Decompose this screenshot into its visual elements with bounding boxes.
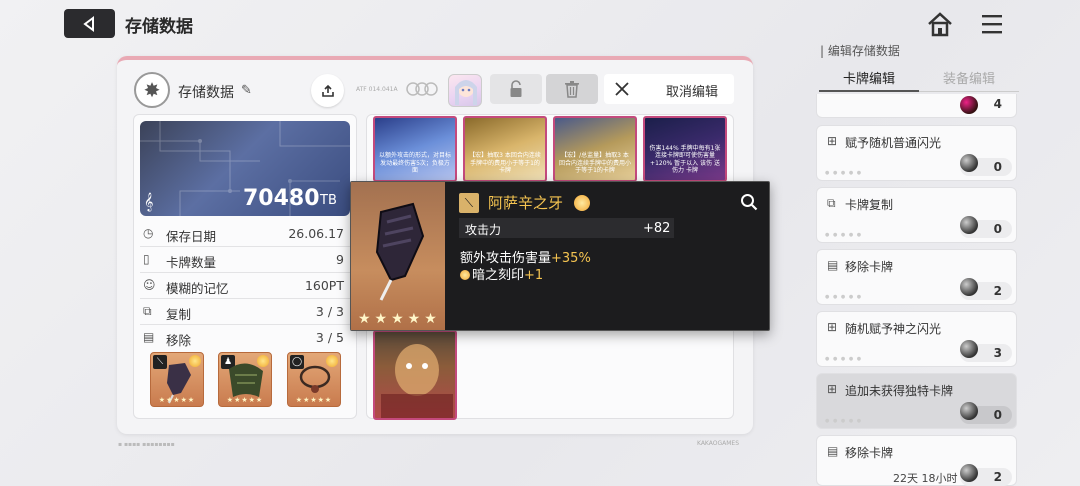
equipment-name: 阿萨辛之牙 xyxy=(488,194,564,212)
tab-card-edit[interactable]: 卡牌编辑 xyxy=(819,68,919,92)
gem-icon xyxy=(460,270,470,280)
back-arrow-icon xyxy=(82,15,94,32)
cooldown-timer: 22天 18小时 xyxy=(893,472,958,485)
list-item[interactable]: 4 xyxy=(816,94,1017,118)
divider xyxy=(140,324,350,325)
gem-icon xyxy=(960,216,978,234)
trash-icon xyxy=(565,81,579,98)
star-badge-icon: ✸ xyxy=(134,72,170,108)
copy-icon: ⧉ xyxy=(827,196,836,210)
search-icon[interactable] xyxy=(737,190,761,214)
gem-icon xyxy=(960,278,978,296)
remove-icon: ▤ xyxy=(827,444,839,458)
list-item-card-copy[interactable]: ⧉ 卡牌复制 0 ● ● ● ● ● xyxy=(816,187,1017,243)
footer-fine-print: ▪ ▪▪▪▪ ▪▪▪▪▪▪▪▪ xyxy=(118,441,175,448)
list-item-random-flash[interactable]: ⊞ 赋予随机普通闪光 0 ● ● ● ● ● xyxy=(816,125,1017,181)
card-thumbnail[interactable]: 以额外攻击的形式，对目标发动最终伤害5次；负极方面 xyxy=(373,116,457,182)
equipment-stars: ★★★★★ xyxy=(358,311,441,327)
delete-button[interactable] xyxy=(546,74,598,104)
card-thumbnail[interactable] xyxy=(373,330,457,420)
card-add-icon: ⊞ xyxy=(827,320,838,334)
stat-row-card-count: ▯ 卡牌数量 9 xyxy=(143,252,344,270)
list-item-remove-card[interactable]: ▤ 移除卡牌 2 ● ● ● ● ● xyxy=(816,249,1017,305)
card-thumbnail[interactable]: 【宏】抽取3 本回合内连续手牌中的费用小于等于1的卡牌 xyxy=(463,116,547,182)
share-icon xyxy=(321,84,334,97)
gem-icon xyxy=(960,340,978,358)
stat-row-remove: ▤ 移除 3 / 5 xyxy=(143,330,344,348)
gem-icon xyxy=(960,96,978,114)
cancel-edit-button[interactable]: 取消编辑 xyxy=(604,74,734,104)
close-icon xyxy=(615,82,629,96)
storage-label: 存储数据 xyxy=(178,85,234,101)
divider xyxy=(140,246,350,247)
list-item-add-unique-card[interactable]: ⊞ 追加未获得独特卡牌 0 ● ● ● ● ● xyxy=(816,373,1017,429)
tiny-label: ATF 014.041A xyxy=(356,86,398,93)
memory-icon: ☺ xyxy=(143,278,156,292)
tb-unit: TB xyxy=(320,193,337,208)
tab-equipment-edit[interactable]: 装备编辑 xyxy=(919,68,1019,92)
share-button[interactable] xyxy=(311,74,344,107)
music-note-icon: 𝄞 xyxy=(144,192,154,211)
list-item-divine-flash[interactable]: ⊞ 随机赋予神之闪光 3 ● ● ● ● ● xyxy=(816,311,1017,367)
rings-icon xyxy=(405,81,439,97)
gem-icon xyxy=(574,195,590,211)
tb-value: 70480 xyxy=(243,186,320,211)
card-count-icon: ▯ xyxy=(143,252,150,266)
dark-mark-line: 暗之刻印+1 xyxy=(460,264,543,283)
back-button[interactable] xyxy=(64,9,115,38)
equipment-armor-card[interactable]: ♟ ★★★★★ xyxy=(218,352,272,407)
list-item-remove-card-timed[interactable]: ▤ 移除卡牌 22天 18小时 2 xyxy=(816,435,1017,486)
gem-icon xyxy=(960,402,978,420)
right-panel-title: | 编辑存储数据 xyxy=(820,44,900,58)
copy-icon: ⧉ xyxy=(143,304,152,318)
home-icon[interactable] xyxy=(926,11,954,37)
equipment-weapon-card[interactable]: ⟍ ★★★★★ xyxy=(150,352,204,407)
pencil-icon[interactable]: ✎ xyxy=(241,83,252,98)
menu-icon[interactable] xyxy=(980,13,1004,35)
attack-stat-label: 攻击力 xyxy=(465,223,502,237)
remove-icon: ▤ xyxy=(827,258,839,272)
divider xyxy=(140,298,350,299)
equipment-image xyxy=(351,182,445,330)
lock-button[interactable] xyxy=(490,74,542,104)
card-add-icon: ⊞ xyxy=(827,134,838,148)
footer-brand: KAKAOGAMES xyxy=(697,440,740,447)
attack-stat-value: +82 xyxy=(643,221,671,236)
card-add-icon: ⊞ xyxy=(827,382,838,396)
gem-icon xyxy=(960,464,978,482)
weapon-type-icon: ⟍ xyxy=(459,193,479,213)
remove-icon: ▤ xyxy=(143,330,155,344)
card-thumbnail[interactable]: 【宏】/总监量】抽取3 本回合内连续手牌中的费用小于等于1的卡牌 xyxy=(553,116,637,182)
divider xyxy=(140,272,350,273)
page-title: 存储数据 xyxy=(125,17,193,37)
lock-icon xyxy=(510,80,522,97)
gem-icon xyxy=(960,154,978,172)
stat-row-copy: ⧉ 复制 3 / 3 xyxy=(143,304,344,322)
stat-row-save-date: ◷ 保存日期 26.06.17 xyxy=(143,226,344,244)
equipment-accessory-card[interactable]: ◯ ★★★★★ xyxy=(287,352,341,407)
cancel-edit-label: 取消编辑 xyxy=(666,85,719,100)
stat-row-memory: ☺ 模糊的记忆 160PT xyxy=(143,278,344,296)
card-thumbnail[interactable]: 伤害144% 手牌中每有1张连接卡牌即可使伤害量+120% 暂于以入 该伤 送伤… xyxy=(643,116,727,182)
calendar-icon: ◷ xyxy=(143,226,154,240)
character-avatar[interactable] xyxy=(448,74,482,107)
